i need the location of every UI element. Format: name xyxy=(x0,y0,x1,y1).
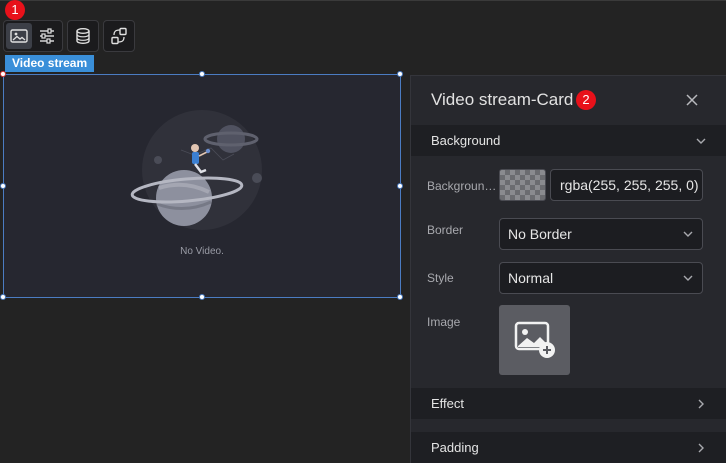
data-button[interactable] xyxy=(70,23,96,49)
image-card-icon xyxy=(10,29,28,43)
background-color-swatch[interactable] xyxy=(499,169,546,201)
style-select-value: Normal xyxy=(508,270,554,286)
close-icon[interactable] xyxy=(685,93,699,107)
section-padding-header[interactable]: Padding xyxy=(411,432,726,463)
add-image-button[interactable] xyxy=(499,305,570,375)
database-icon xyxy=(76,28,90,45)
toolbar-group-style xyxy=(3,20,63,52)
interaction-button[interactable] xyxy=(106,23,132,49)
resize-handle-bottom-center[interactable] xyxy=(199,294,205,300)
resize-handle-bottom-right[interactable] xyxy=(397,294,403,300)
step-badge-1: 1 xyxy=(5,0,25,20)
toolbar-group-data xyxy=(67,20,99,52)
chevron-down-icon xyxy=(696,138,706,144)
background-color-input[interactable]: rgba(255, 255, 255, 0) xyxy=(550,169,703,201)
style-label: Style xyxy=(427,271,454,285)
sliders-icon xyxy=(40,28,54,44)
resize-handle-top-center[interactable] xyxy=(199,71,205,77)
resize-handle-top-left[interactable] xyxy=(0,71,6,77)
settings-button[interactable] xyxy=(34,23,60,49)
chevron-down-icon xyxy=(683,275,693,281)
background-color-label: Background color xyxy=(427,179,503,193)
style-select[interactable]: Normal xyxy=(499,262,703,294)
toolbar-group-interaction xyxy=(103,20,135,52)
section-effect-title: Effect xyxy=(431,396,465,411)
component-toolbar xyxy=(3,20,135,52)
panel-title: Video stream-Card xyxy=(431,90,574,109)
resize-handle-middle-left[interactable] xyxy=(0,183,6,189)
no-video-message: No Video. xyxy=(180,246,224,257)
chevron-right-icon xyxy=(698,399,704,408)
no-video-illustration xyxy=(130,110,262,230)
link-switch-icon xyxy=(111,27,127,45)
chevron-down-icon xyxy=(683,231,693,237)
resize-handle-middle-right[interactable] xyxy=(397,183,403,189)
add-image-icon xyxy=(514,321,555,358)
section-padding-title: Padding xyxy=(431,440,479,455)
section-background-header[interactable]: Background xyxy=(411,125,726,156)
image-label: Image xyxy=(427,315,461,329)
video-stream-widget[interactable]: No Video. xyxy=(3,74,401,298)
component-name-tag: Video stream xyxy=(5,55,95,72)
property-panel: Video stream-Card 2 Background Backgroun… xyxy=(410,75,726,463)
border-select[interactable]: No Border xyxy=(499,218,703,250)
top-divider xyxy=(0,0,726,1)
resize-handle-bottom-left[interactable] xyxy=(0,294,6,300)
border-select-value: No Border xyxy=(508,226,572,242)
section-effect-header[interactable]: Effect xyxy=(411,388,726,419)
card-style-button[interactable] xyxy=(6,23,32,49)
resize-handle-top-right[interactable] xyxy=(397,71,403,77)
step-badge-2: 2 xyxy=(576,90,596,110)
border-label: Border xyxy=(427,223,464,237)
chevron-right-icon xyxy=(698,443,704,452)
panel-header: Video stream-Card 2 xyxy=(411,76,726,126)
section-background-title: Background xyxy=(431,133,501,148)
